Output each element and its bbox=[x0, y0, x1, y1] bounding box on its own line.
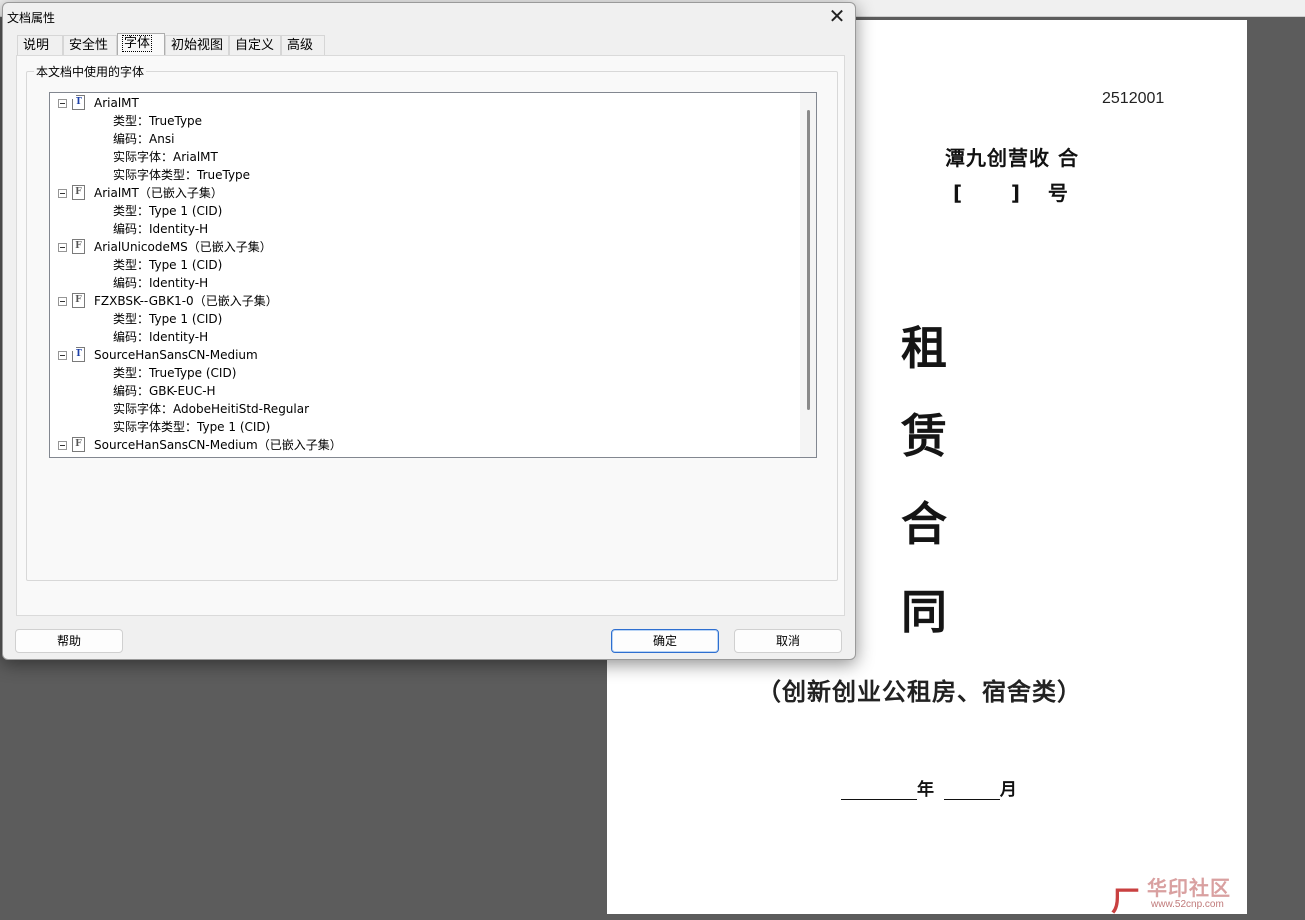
tab-security[interactable]: 安全性 bbox=[63, 35, 117, 55]
month-blank bbox=[943, 781, 1000, 800]
doc-date-line: 年 月 bbox=[841, 775, 1017, 800]
font-property: 编码：Identity-H bbox=[113, 276, 209, 290]
fonts-group-label: 本文档中使用的字体 bbox=[34, 63, 147, 80]
close-icon[interactable]: ✕ bbox=[825, 5, 849, 29]
collapse-icon[interactable] bbox=[58, 99, 67, 108]
font-property: 实际字体：ArialMT bbox=[113, 150, 218, 164]
year-label: 年 bbox=[917, 780, 934, 800]
font-property: 类型：Type 1 (CID) bbox=[113, 312, 223, 326]
collapse-icon[interactable] bbox=[58, 297, 67, 306]
font-property: 编码：Ansi bbox=[113, 132, 175, 146]
tab-initial-view[interactable]: 初始视图 bbox=[165, 35, 229, 55]
font-property: 实际字体类型：Type 1 (CID) bbox=[113, 420, 271, 434]
scrollbar-thumb[interactable] bbox=[807, 110, 810, 410]
font-property: 实际字体类型：TrueType bbox=[113, 168, 251, 182]
tab-fonts[interactable]: 字体 bbox=[117, 33, 165, 55]
dialog-title: 文档属性 bbox=[7, 11, 56, 25]
doc-title-char: 同 bbox=[901, 585, 947, 639]
font-tree[interactable]: T ArialMT 类型：TrueType 编码：Ansi 实际字体：Arial… bbox=[49, 92, 817, 458]
truetype-font-icon: T bbox=[72, 95, 85, 110]
truetype-font-icon: T bbox=[72, 347, 85, 362]
font-property: 类型：TrueType bbox=[113, 114, 203, 128]
collapse-icon[interactable] bbox=[58, 351, 67, 360]
tab-custom[interactable]: 自定义 bbox=[229, 35, 281, 55]
font-property: 类型：TrueType (CID) bbox=[113, 366, 237, 380]
month-label: 月 bbox=[999, 780, 1017, 800]
document-properties-dialog: 文档属性 ✕ 说明 安全性 字体 初始视图 自定义 高级 本文档中使用的字体 T… bbox=[2, 2, 856, 660]
collapse-icon[interactable] bbox=[58, 189, 67, 198]
tab-description[interactable]: 说明 bbox=[17, 35, 63, 55]
font-property: 编码：Identity-H bbox=[113, 222, 209, 236]
doc-number-line: [ ] 号 bbox=[953, 181, 1068, 205]
help-button[interactable]: 帮助 bbox=[15, 629, 123, 653]
font-property: 类型：Type 1 (CID) bbox=[113, 258, 223, 272]
font-property: 类型：Type 1 (CID) bbox=[113, 204, 223, 218]
font-property: 编码：GBK-EUC-H bbox=[113, 384, 216, 398]
fonts-group: 本文档中使用的字体 T ArialMT 类型：TrueType 编码：Ansi … bbox=[26, 63, 838, 581]
watermark-logo-icon: ㄏ bbox=[1111, 884, 1141, 919]
embedded-font-icon: F bbox=[72, 185, 85, 200]
doc-title-char: 租 bbox=[901, 321, 947, 375]
font-property: 实际字体：AdobeHeitiStd-Regular bbox=[113, 402, 310, 416]
embedded-font-icon: F bbox=[72, 437, 85, 452]
ok-button[interactable]: 确定 bbox=[611, 629, 719, 653]
doc-subtitle: （创新创业公租房、宿舍类） bbox=[757, 677, 1082, 706]
cancel-button[interactable]: 取消 bbox=[734, 629, 842, 653]
font-property: 编码：Identity-H bbox=[113, 330, 209, 344]
fonts-tab-panel: 本文档中使用的字体 T ArialMT 类型：TrueType 编码：Ansi … bbox=[16, 55, 845, 616]
year-blank bbox=[841, 781, 917, 800]
collapse-icon[interactable] bbox=[58, 441, 67, 450]
doc-number: 2512001 bbox=[1102, 90, 1165, 107]
doc-header-line: 潭九创营收 合 bbox=[945, 146, 1079, 170]
embedded-font-icon: F bbox=[72, 239, 85, 254]
watermark-url: www.52cnp.com bbox=[1151, 899, 1224, 910]
doc-title-char: 合 bbox=[901, 497, 947, 551]
watermark-text: 华印社区 bbox=[1147, 876, 1231, 900]
watermark: ㄏ 华印社区 www.52cnp.com bbox=[1111, 872, 1239, 919]
doc-title-char: 赁 bbox=[901, 409, 947, 463]
tab-advanced[interactable]: 高级 bbox=[281, 35, 325, 55]
embedded-font-icon: F bbox=[72, 293, 85, 308]
collapse-icon[interactable] bbox=[58, 243, 67, 252]
